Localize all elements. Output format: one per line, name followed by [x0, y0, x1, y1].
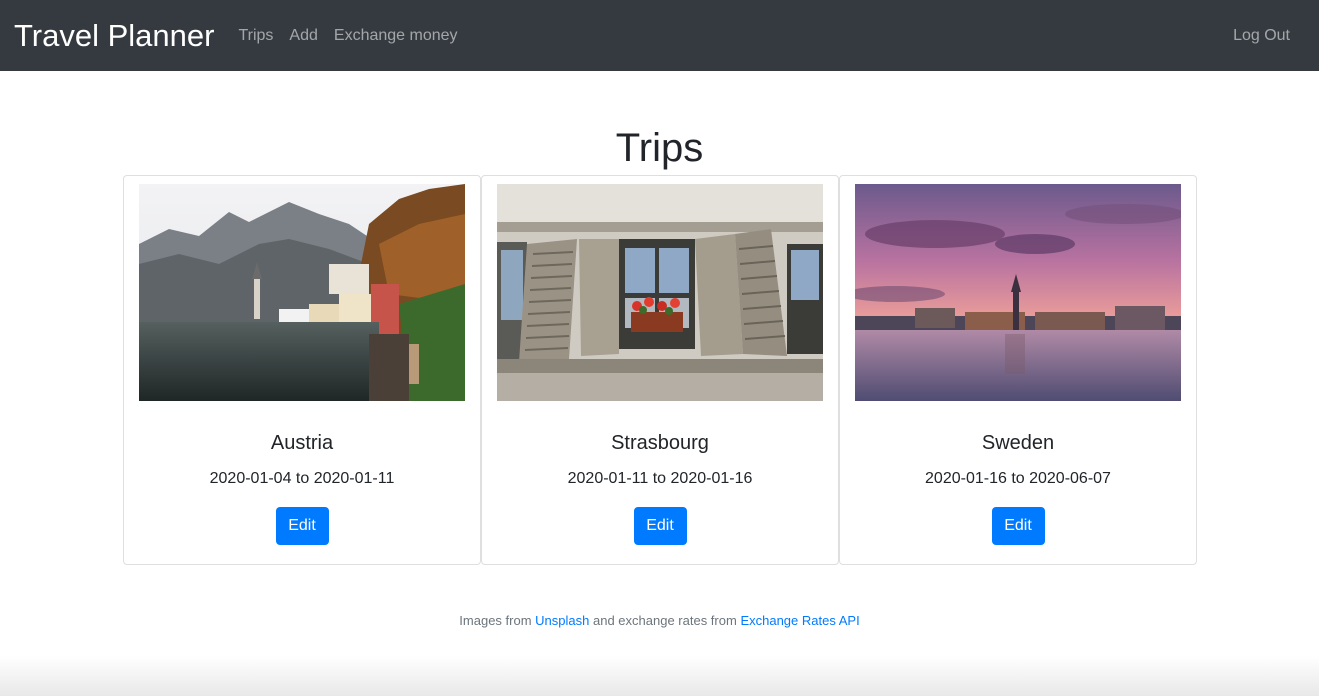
- logout-link[interactable]: Log Out: [1225, 27, 1298, 45]
- top-navbar: Travel Planner Trips Add Exchange money …: [0, 0, 1319, 71]
- trip-cards: Austria 2020-01-04 to 2020-01-11 Edit St…: [123, 175, 1197, 565]
- trip-name: Sweden: [981, 432, 1055, 454]
- unsplash-link[interactable]: Unsplash: [535, 613, 589, 628]
- trip-card-sweden: Sweden 2020-01-16 to 2020-06-07 Edit: [839, 175, 1197, 565]
- sunset-city-waterfront-photo: [855, 184, 1181, 401]
- nav-link-exchange-money[interactable]: Exchange money: [326, 27, 466, 45]
- page-title: Trips: [615, 126, 704, 170]
- lakeside-village-mountains-photo: [139, 184, 465, 401]
- edit-button[interactable]: Edit: [275, 507, 329, 545]
- trip-card-strasbourg: Strasbourg 2020-01-11 to 2020-01-16 Edit: [481, 175, 839, 565]
- brand-link[interactable]: Travel Planner: [14, 18, 214, 54]
- bottom-fade: [0, 656, 1319, 696]
- footer-middle: and exchange rates from: [593, 613, 737, 628]
- trip-name: Strasbourg: [611, 432, 709, 454]
- edit-button[interactable]: Edit: [991, 507, 1045, 545]
- trip-dates: 2020-01-16 to 2020-06-07: [925, 470, 1111, 487]
- shuttered-windows-flowerbox-photo: [497, 184, 823, 401]
- footer-prefix: Images from: [459, 613, 532, 628]
- nav-link-add[interactable]: Add: [281, 27, 325, 45]
- footer: Images from Unsplash and exchange rates …: [0, 613, 1319, 628]
- exchange-rates-api-link[interactable]: Exchange Rates API: [740, 613, 859, 628]
- trip-card-austria: Austria 2020-01-04 to 2020-01-11 Edit: [123, 175, 481, 565]
- edit-button[interactable]: Edit: [633, 507, 687, 545]
- trip-name: Austria: [270, 432, 334, 454]
- trip-dates: 2020-01-11 to 2020-01-16: [567, 470, 753, 487]
- trip-dates: 2020-01-04 to 2020-01-11: [209, 470, 395, 487]
- nav-link-trips[interactable]: Trips: [230, 27, 281, 45]
